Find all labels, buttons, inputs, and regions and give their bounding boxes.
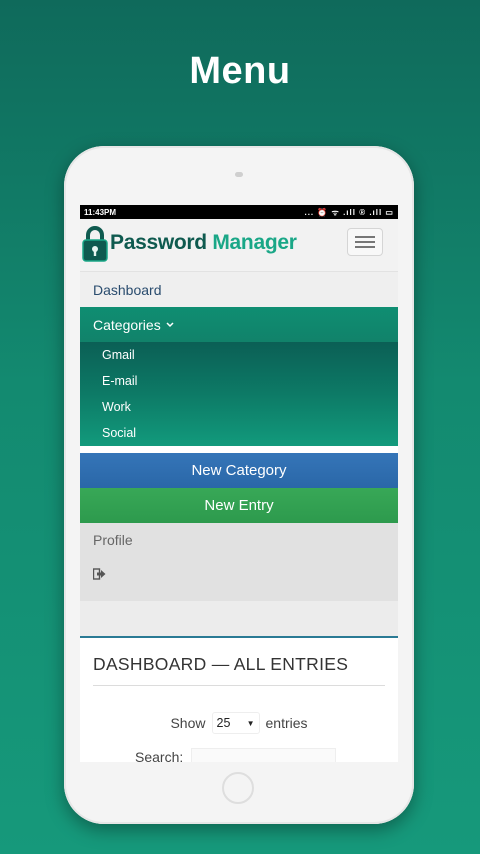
- nav-profile[interactable]: Profile: [93, 532, 133, 548]
- search-input[interactable]: [191, 748, 337, 762]
- entries-per-page-value: 25: [216, 716, 231, 730]
- main-content: DASHBOARD — ALL ENTRIES Show 25 ▼ entrie…: [80, 638, 398, 762]
- category-item-gmail[interactable]: Gmail: [80, 342, 398, 368]
- nav-categories-label: Categories: [93, 316, 161, 333]
- entries-length-control: Show 25 ▼ entries: [93, 712, 385, 734]
- entries-label: entries: [265, 715, 308, 731]
- chevron-down-icon: [166, 321, 174, 327]
- phone-home-button[interactable]: [222, 772, 254, 804]
- page-title: DASHBOARD — ALL ENTRIES: [93, 654, 385, 686]
- app-screen: 11:43PM ... ⏰ ᯤ .ıll ® .ıll ▭ Password M…: [80, 205, 398, 762]
- navbar: Password Manager: [80, 219, 398, 272]
- divider: [80, 446, 398, 453]
- nav-dashboard[interactable]: Dashboard: [80, 272, 398, 307]
- show-label: Show: [170, 715, 206, 731]
- category-item-work[interactable]: Work: [80, 394, 398, 420]
- hamburger-icon[interactable]: [347, 228, 383, 256]
- category-item-social[interactable]: Social: [80, 420, 398, 446]
- category-item-label: Work: [102, 400, 131, 414]
- search-control: Search:: [93, 748, 385, 762]
- select-arrow-icon: ▼: [246, 718, 255, 728]
- menu-bottom-spacer: [80, 601, 398, 638]
- category-item-label: E-mail: [102, 374, 138, 388]
- profile-section: Profile: [80, 523, 398, 601]
- logout-icon[interactable]: [93, 568, 106, 580]
- promo-heading: Menu: [189, 50, 291, 92]
- new-entry-button[interactable]: New Entry: [80, 488, 398, 523]
- status-bar: 11:43PM ... ⏰ ᯤ .ıll ® .ıll ▭: [80, 205, 398, 219]
- app-logo[interactable]: Password Manager: [110, 231, 297, 255]
- new-category-button[interactable]: New Category: [80, 453, 398, 488]
- category-item-email[interactable]: E-mail: [80, 368, 398, 394]
- category-item-label: Social: [102, 426, 137, 440]
- status-time: 11:43PM: [84, 207, 117, 217]
- logo-word-manager: Manager: [212, 231, 297, 254]
- category-item-label: Gmail: [102, 348, 135, 362]
- phone-speaker: [235, 172, 243, 177]
- status-icons: ... ⏰ ᯤ .ıll ® .ıll ▭: [304, 207, 394, 217]
- category-list: Gmail E-mail Work Social: [80, 342, 398, 446]
- lock-icon: [82, 226, 108, 262]
- entries-per-page-select[interactable]: 25 ▼: [211, 712, 260, 734]
- search-label: Search:: [135, 749, 184, 762]
- nav-categories-toggle[interactable]: Categories: [80, 307, 398, 342]
- nav-dashboard-label: Dashboard: [93, 281, 162, 298]
- logo-word-password: Password: [110, 231, 207, 254]
